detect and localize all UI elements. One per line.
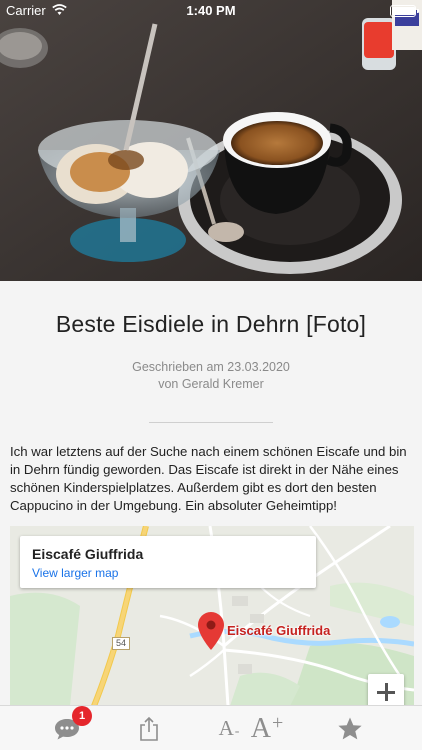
map-pin-label[interactable]: Eiscafé Giuffrida — [227, 623, 330, 638]
favorite-star-icon — [338, 717, 362, 739]
battery-icon — [390, 5, 419, 17]
font-larger-letter: A — [250, 712, 271, 744]
font-smaller-letter: A — [218, 716, 234, 740]
view-larger-map-link[interactable]: View larger map — [32, 566, 118, 580]
font-smaller-sign: - — [234, 724, 240, 739]
article-body: Ich war letztens auf der Suche nach eine… — [10, 444, 407, 513]
favorite-button[interactable] — [330, 706, 370, 750]
app-screen: Carrier 1:40 PM Beste Eisdiele in Dehrn … — [0, 0, 422, 750]
article-title: Beste Eisdiele in Dehrn [Foto] — [55, 311, 367, 337]
font-larger-button[interactable]: A+ — [246, 706, 288, 750]
battery-level — [392, 7, 415, 15]
share-icon — [140, 716, 158, 741]
article-meta: Geschrieben am 23.03.2020 von Gerald Kre… — [0, 359, 422, 393]
article-author: von Gerald Kremer — [158, 377, 264, 391]
article-date: Geschrieben am 23.03.2020 — [132, 360, 290, 374]
comments-count-badge: 1 — [72, 706, 92, 726]
font-larger-icon: A+ — [250, 711, 284, 745]
font-larger-sign: + — [271, 711, 284, 734]
embedded-map[interactable]: Eiscafé Giuffrida View larger map 54 Eis… — [10, 526, 414, 706]
share-button[interactable] — [132, 706, 166, 750]
map-place-name: Eiscafé Giuffrida — [32, 546, 144, 562]
font-smaller-button[interactable]: A- — [214, 706, 244, 750]
status-bar: Carrier 1:40 PM — [0, 0, 422, 22]
zoom-in-button[interactable] — [368, 674, 404, 706]
hero-photo — [0, 0, 422, 281]
clock: 1:40 PM — [186, 3, 236, 18]
font-smaller-icon: A- — [219, 716, 240, 741]
article: Beste Eisdiele in Dehrn [Foto] Geschrieb… — [0, 281, 422, 706]
map-pin-icon[interactable] — [198, 612, 224, 655]
road-number-badge: 54 — [112, 637, 130, 650]
bottom-toolbar: 1 A- A+ — [0, 705, 422, 750]
divider — [149, 422, 273, 423]
map-info-card: Eiscafé Giuffrida View larger map — [20, 536, 316, 588]
comments-button[interactable]: 1 — [45, 706, 92, 750]
